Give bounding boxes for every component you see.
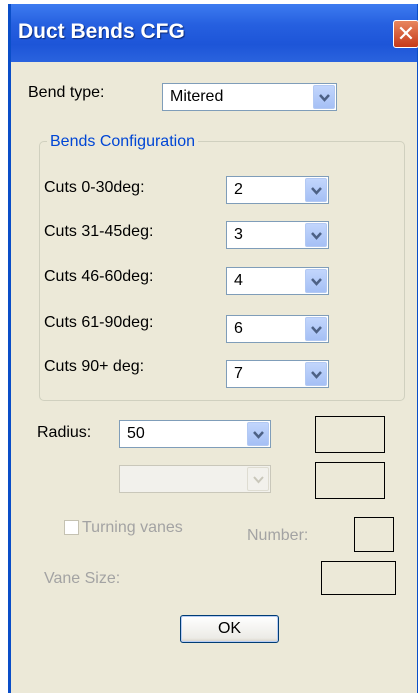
secondary-display-box — [315, 462, 385, 499]
chevron-down-icon[interactable] — [313, 85, 335, 109]
number-label: Number: — [247, 527, 309, 544]
close-icon: ✕ — [396, 21, 416, 46]
bend-type-select[interactable]: Mitered — [162, 83, 337, 111]
title-bar[interactable]: Duct Bends CFG ✕ — [11, 4, 418, 62]
cuts-31-45-label: Cuts 31-45deg: — [44, 223, 154, 240]
cuts-46-60-value: 4 — [234, 272, 243, 289]
bend-type-value: Mitered — [170, 88, 224, 105]
bend-type-label: Bend type: — [28, 84, 105, 101]
cuts-90-plus-select[interactable]: 7 — [226, 360, 329, 388]
ok-button[interactable]: OK — [180, 615, 279, 643]
group-title: Bends Configuration — [47, 133, 198, 151]
cuts-31-45-value: 3 — [234, 226, 243, 243]
turning-vanes-checkbox[interactable] — [64, 520, 79, 535]
vane-size-display-box — [321, 561, 396, 595]
cuts-90-plus-value: 7 — [234, 365, 243, 382]
radius-display-box — [315, 416, 385, 453]
cuts-46-60-label: Cuts 46-60deg: — [44, 268, 154, 285]
chevron-down-icon[interactable] — [305, 178, 327, 202]
chevron-down-icon[interactable] — [305, 223, 327, 247]
turning-vanes-label: Turning vanes — [82, 519, 183, 536]
cuts-61-90-value: 6 — [234, 320, 243, 337]
radius-select[interactable]: 50 — [119, 420, 271, 448]
dialog-window: Duct Bends CFG ✕ Bend type: Mitered Bend… — [8, 4, 418, 693]
cuts-31-45-select[interactable]: 3 — [226, 221, 329, 249]
cuts-61-90-select[interactable]: 6 — [226, 315, 329, 343]
secondary-select[interactable] — [119, 465, 271, 493]
cuts-61-90-label: Cuts 61-90deg: — [44, 314, 154, 331]
window-title: Duct Bends CFG — [18, 20, 185, 43]
number-display-box — [354, 517, 394, 552]
close-button[interactable]: ✕ — [393, 20, 418, 48]
chevron-down-icon[interactable] — [247, 422, 269, 446]
cuts-0-30-label: Cuts 0-30deg: — [44, 179, 145, 196]
chevron-down-icon[interactable] — [247, 467, 269, 491]
chevron-down-icon[interactable] — [305, 269, 327, 293]
radius-value: 50 — [127, 425, 145, 442]
cuts-0-30-select[interactable]: 2 — [226, 176, 329, 204]
cuts-0-30-value: 2 — [234, 181, 243, 198]
ok-button-label: OK — [217, 620, 242, 637]
chevron-down-icon[interactable] — [305, 362, 327, 386]
vane-size-label: Vane Size: — [44, 570, 121, 587]
radius-label: Radius: — [37, 424, 92, 441]
cuts-90-plus-label: Cuts 90+ deg: — [44, 358, 145, 375]
cuts-46-60-select[interactable]: 4 — [226, 267, 329, 295]
chevron-down-icon[interactable] — [305, 317, 327, 341]
